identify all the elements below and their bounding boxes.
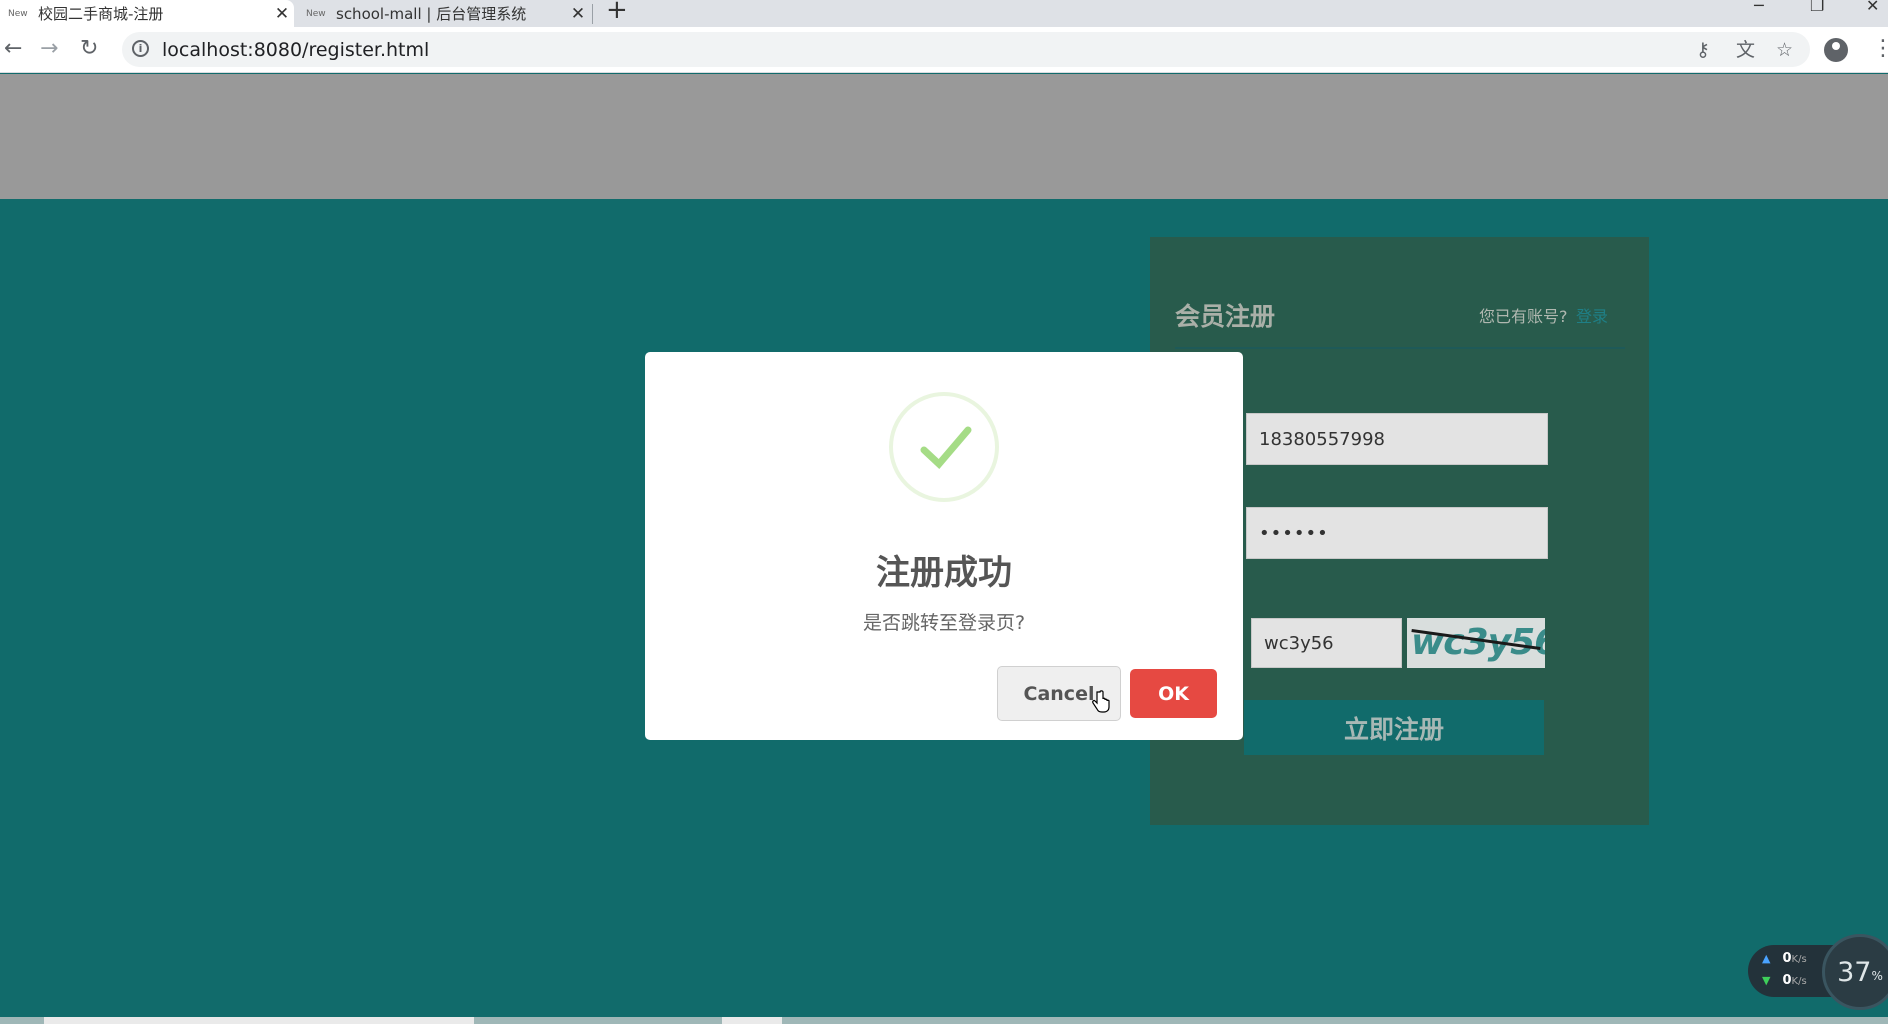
- divider: [1175, 347, 1625, 349]
- success-dialog: 注册成功 是否跳转至登录页? Cancel OK: [645, 352, 1243, 740]
- cpu-gauge[interactable]: 37%: [1822, 934, 1888, 1010]
- key-icon[interactable]: ⚷: [1696, 40, 1710, 60]
- close-tab-icon[interactable]: ✕: [566, 4, 590, 24]
- favicon-icon: New: [306, 8, 326, 19]
- upload-speed: ▲ 0K/s: [1762, 951, 1807, 966]
- tab-admin[interactable]: New school-mall | 后台管理系统 ✕: [298, 0, 590, 27]
- register-submit-button[interactable]: 立即注册: [1244, 700, 1544, 755]
- page-header: [0, 74, 1888, 199]
- dialog-title: 注册成功: [876, 553, 1012, 593]
- tab-title: 校园二手商城-注册: [38, 5, 164, 23]
- star-icon[interactable]: ☆: [1776, 40, 1793, 60]
- menu-icon[interactable]: ⋮: [1872, 36, 1888, 61]
- password-input[interactable]: ••••••: [1246, 507, 1548, 559]
- address-bar[interactable]: i localhost:8080/register.html ⚷ 文 ☆: [122, 32, 1810, 67]
- new-tab-icon[interactable]: +: [606, 0, 628, 23]
- forward-icon[interactable]: →: [40, 38, 58, 60]
- captcha-image[interactable]: wc3y56: [1407, 618, 1545, 668]
- have-account-text: 您已有账号?: [1479, 307, 1568, 326]
- login-link[interactable]: 登录: [1576, 303, 1608, 327]
- phone-input[interactable]: 18380557998: [1246, 413, 1548, 465]
- register-title: 会员注册: [1175, 302, 1276, 331]
- hand-cursor-icon: [1092, 690, 1110, 718]
- tab-register[interactable]: New 校园二手商城-注册 ✕: [0, 0, 294, 27]
- back-icon[interactable]: ←: [4, 38, 22, 60]
- tab-strip: New 校园二手商城-注册 ✕ New school-mall | 后台管理系统…: [0, 0, 1888, 27]
- reload-icon[interactable]: ↻: [80, 38, 98, 60]
- translate-icon[interactable]: 文: [1736, 40, 1755, 60]
- ok-button[interactable]: OK: [1130, 669, 1217, 718]
- upload-arrow-icon: ▲: [1762, 952, 1771, 965]
- tab-separator: [592, 4, 593, 24]
- restore-icon[interactable]: ❐: [1810, 0, 1824, 14]
- dialog-message: 是否跳转至登录页?: [862, 612, 1026, 634]
- info-icon[interactable]: i: [132, 40, 149, 57]
- favicon-icon: New: [8, 8, 28, 19]
- minimize-icon[interactable]: ─: [1754, 0, 1764, 14]
- tab-title: school-mall | 后台管理系统: [336, 5, 527, 23]
- bottom-strip: [0, 1017, 1888, 1024]
- captcha-image-text: wc3y56: [1411, 622, 1545, 663]
- profile-icon[interactable]: [1824, 38, 1848, 62]
- browser-toolbar: ← → ↻ i localhost:8080/register.html ⚷ 文…: [0, 27, 1888, 73]
- download-arrow-icon: ▼: [1762, 974, 1771, 987]
- url-text[interactable]: localhost:8080/register.html: [162, 39, 429, 61]
- window-close-icon[interactable]: ✕: [1866, 0, 1879, 14]
- success-check-icon: [889, 392, 999, 502]
- download-speed: ▼ 0K/s: [1762, 973, 1807, 988]
- captcha-input[interactable]: wc3y56: [1251, 618, 1402, 668]
- close-tab-icon[interactable]: ✕: [270, 4, 294, 24]
